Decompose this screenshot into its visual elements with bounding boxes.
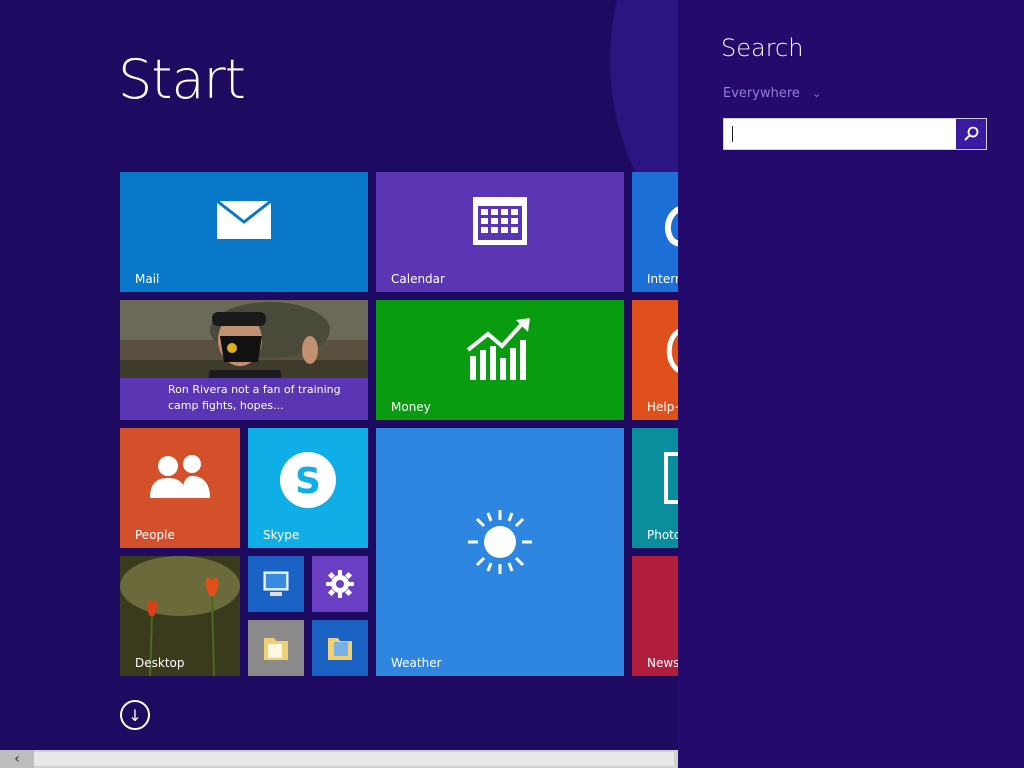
tile-label: Help+ [647, 400, 678, 414]
tile-label: People [135, 528, 175, 542]
tile-news[interactable]: News [632, 556, 678, 676]
search-scope-label: Everywhere [723, 86, 800, 101]
start-title: Start [118, 48, 246, 111]
folder-icon [264, 638, 288, 660]
tile-label: Weather [391, 656, 442, 670]
search-icon [964, 126, 979, 141]
tile-people[interactable]: People [120, 428, 240, 548]
all-apps-down-arrow-icon[interactable]: ↓ [120, 700, 150, 730]
news-headline: Ron Rivera not a fan of training camp fi… [168, 383, 341, 412]
tile-pc-settings[interactable] [312, 556, 368, 612]
tile-this-pc[interactable] [248, 556, 304, 612]
tile-news-headline[interactable]: Ron Rivera not a fan of training camp fi… [120, 300, 368, 420]
scroll-thumb[interactable] [34, 752, 674, 766]
tile-skype[interactable]: S Skype [248, 428, 368, 548]
tile-label: Intern [647, 272, 678, 286]
chevron-down-icon: ⌄ [812, 87, 822, 100]
tile-file-explorer[interactable] [248, 620, 304, 676]
search-box [723, 118, 987, 150]
tile-desktop[interactable]: Desktop [120, 556, 240, 676]
search-button[interactable] [956, 119, 986, 149]
tile-photos[interactable]: Photo [632, 428, 678, 548]
people-icon [150, 455, 210, 498]
calendar-icon [473, 197, 527, 245]
tile-label: Calendar [391, 272, 445, 286]
tile-label: News [647, 656, 678, 670]
tile-help-tips[interactable]: Help+ [632, 300, 678, 420]
tile-weather[interactable]: Weather [376, 428, 624, 676]
scroll-left-arrow-icon[interactable]: ‹ [0, 750, 34, 768]
tile-money[interactable]: Money [376, 300, 624, 420]
sun-icon [468, 510, 532, 574]
news-caption-bar: Ron Rivera not a fan of training camp fi… [120, 378, 368, 420]
tile-label: Desktop [135, 656, 185, 670]
tile-label: Mail [135, 272, 160, 286]
chart-icon [466, 318, 530, 380]
tile-internet-explorer[interactable]: Intern [632, 172, 678, 292]
photo-icon [664, 452, 678, 504]
svg-text:S: S [295, 461, 321, 502]
tile-label: Skype [263, 528, 300, 542]
mail-icon [216, 200, 272, 239]
tile-folder[interactable] [312, 620, 368, 676]
tile-label: Money [391, 400, 431, 414]
gear-icon [326, 570, 354, 598]
help-icon [666, 329, 678, 373]
computer-icon [263, 571, 289, 596]
horizontal-scrollbar[interactable]: ‹ [0, 750, 678, 768]
start-screen: Start Mail Calendar Intern [0, 0, 678, 768]
tile-mail[interactable]: Mail [120, 172, 368, 292]
tile-calendar[interactable]: Calendar [376, 172, 624, 292]
search-input[interactable] [728, 122, 954, 148]
skype-icon: S [280, 452, 336, 508]
search-scope-dropdown[interactable]: Everywhere ⌄ [723, 86, 821, 101]
search-pane: Search Everywhere ⌄ [678, 0, 1024, 768]
search-pane-title: Search [721, 34, 804, 62]
folder-icon [328, 638, 352, 660]
tile-label: Photo [647, 528, 678, 542]
internet-explorer-icon [664, 206, 678, 247]
